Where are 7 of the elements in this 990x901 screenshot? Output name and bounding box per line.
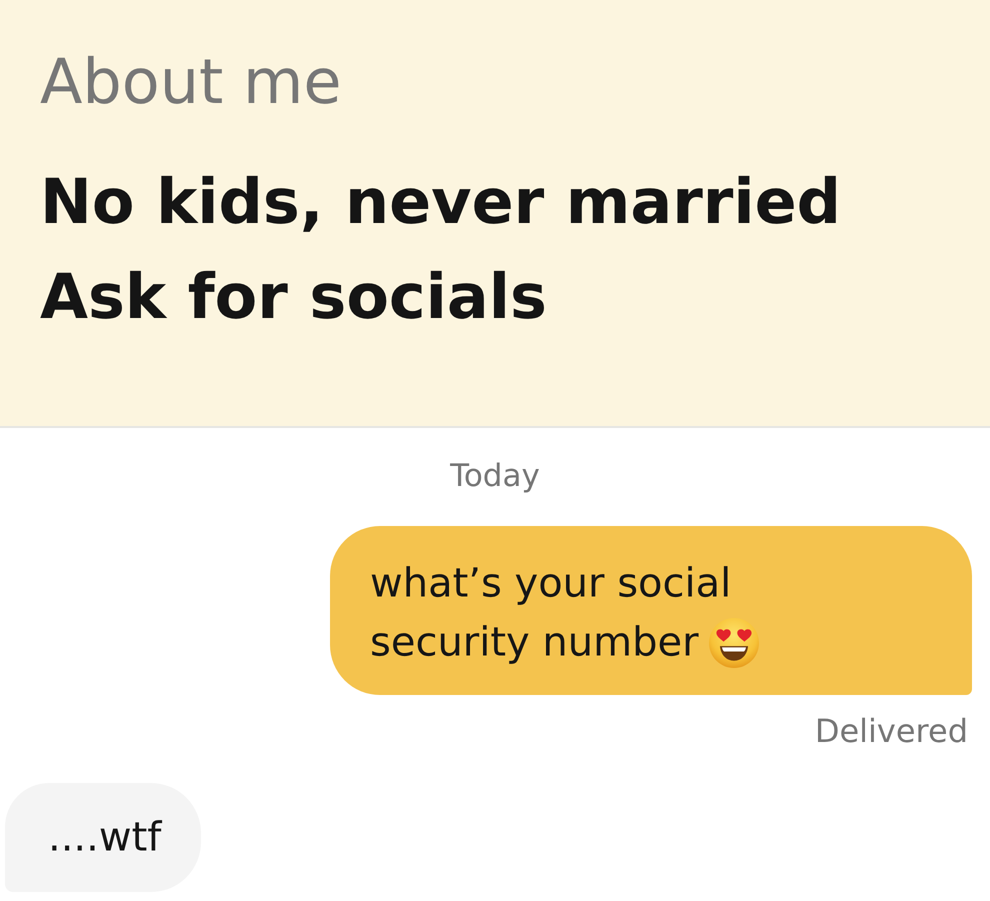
section-heading: About me — [40, 44, 343, 120]
about-text: Ask for socials — [40, 259, 548, 335]
about-text: No kids, never married — [40, 164, 842, 240]
delivery-status: Delivered — [814, 711, 968, 752]
date-separator: Today — [450, 457, 540, 496]
message-text: what’s your social security number — [370, 560, 732, 666]
message-text: ....wtf — [48, 814, 162, 861]
